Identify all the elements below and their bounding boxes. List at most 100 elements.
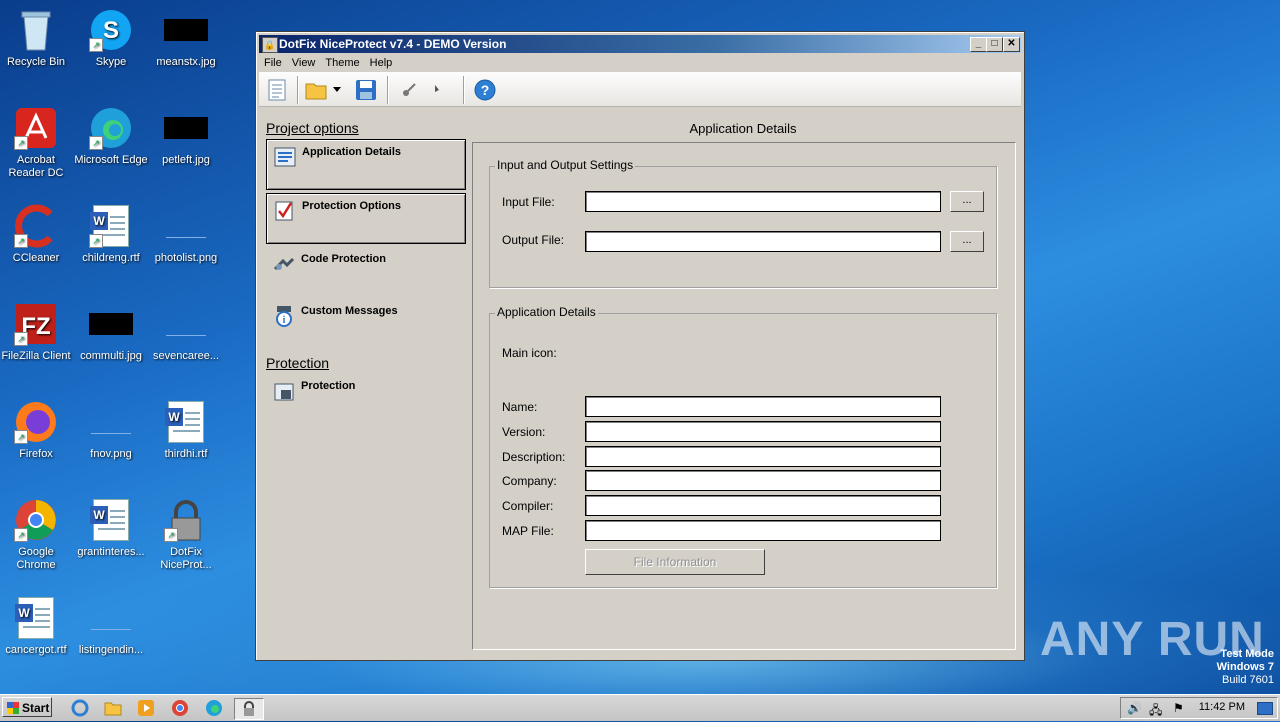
nav-label: Protection	[301, 380, 356, 392]
shortcut-arrow-icon: ↗	[14, 528, 28, 542]
nav-protection[interactable]: Protection	[266, 374, 466, 423]
key-icon[interactable]	[397, 78, 421, 102]
output-file-field[interactable]	[585, 231, 941, 252]
nav-code-protection[interactable]: Code Protection	[266, 247, 466, 296]
desktop-icon-firefox[interactable]: ↗ Firefox	[0, 400, 74, 461]
desktop-icon-commulti[interactable]: commulti.jpg	[73, 302, 149, 363]
chevron-down-icon[interactable]	[331, 78, 343, 102]
nav-protection-options[interactable]: Protection Options	[266, 193, 466, 244]
desktop-icon-ccleaner[interactable]: ↗ CCleaner	[0, 204, 74, 265]
taskbar-edge-icon[interactable]	[204, 698, 224, 718]
close-button[interactable]: ✕	[1003, 37, 1020, 52]
volume-icon[interactable]: 🔊	[1127, 701, 1142, 715]
desktop-icon-filezilla[interactable]: FZ ↗ FileZilla Client	[0, 302, 74, 363]
word-doc-icon: W	[14, 596, 58, 640]
input-file-label: Input File:	[502, 195, 555, 209]
desktop-icon-recycle-bin[interactable]: Recycle Bin	[0, 8, 74, 69]
desktop-icon-grantinteres[interactable]: W grantinteres...	[73, 498, 149, 559]
watermark-line: Build 7601	[1222, 674, 1274, 686]
flag-icon[interactable]: ⚑	[1173, 701, 1184, 715]
image-file-icon	[89, 302, 133, 346]
map-file-label: MAP File:	[502, 524, 554, 538]
map-file-field[interactable]	[585, 520, 941, 541]
word-doc-icon: W	[89, 498, 133, 542]
cursor-icon[interactable]	[427, 78, 451, 102]
page-title: Application Details	[689, 121, 797, 136]
shortcut-arrow-icon: ↗	[89, 234, 103, 248]
output-file-label: Output File:	[502, 233, 565, 247]
menu-view[interactable]: View	[287, 54, 321, 72]
file-information-button[interactable]: File Information	[585, 549, 765, 575]
version-field[interactable]	[585, 421, 941, 442]
desktop-icon-edge[interactable]: ↗ Microsoft Edge	[73, 106, 149, 167]
help-icon[interactable]: ?	[473, 78, 497, 102]
desktop-icon-listingendin[interactable]: listingendin...	[73, 596, 149, 657]
app-lock-icon[interactable]: 🔒	[262, 37, 278, 53]
desktop-icon-acrobat[interactable]: ↗ Acrobat Reader DC	[0, 106, 74, 180]
window-titlebar[interactable]: 🔒 DotFix NiceProtect v7.4 - DEMO Version…	[259, 35, 1021, 53]
niceprotect-icon: ↗	[164, 498, 208, 542]
show-desktop-icon[interactable]	[1257, 702, 1273, 715]
image-file-icon	[89, 400, 133, 444]
watermark-line: Test Mode	[1220, 648, 1274, 660]
name-field[interactable]	[585, 396, 941, 417]
watermark-line: Windows 7	[1216, 661, 1274, 673]
input-file-field[interactable]	[585, 191, 941, 212]
taskbar-ie-icon[interactable]	[70, 698, 90, 718]
open-folder-icon[interactable]	[305, 78, 329, 102]
taskbar-media-player-icon[interactable]	[136, 698, 156, 718]
taskbar-chrome-icon[interactable]	[170, 698, 190, 718]
info-icon: i	[276, 306, 292, 327]
image-file-icon	[164, 204, 208, 248]
company-label: Company:	[502, 474, 557, 488]
desktop-icon-photolist[interactable]: photolist.png	[148, 204, 224, 265]
nav-custom-messages[interactable]: i Custom Messages	[266, 299, 466, 348]
desktop-icon-niceprotect[interactable]: ↗ DotFix NiceProt...	[148, 498, 224, 572]
company-field[interactable]	[585, 470, 941, 491]
desktop-icon-fnov[interactable]: fnov.png	[73, 400, 149, 461]
desktop-icon-sevencaree[interactable]: sevencaree...	[148, 302, 224, 363]
niceprotect-window: 🔒 DotFix NiceProtect v7.4 - DEMO Version…	[255, 31, 1025, 661]
network-icon[interactable]: 🖧	[1149, 701, 1162, 722]
menu-file[interactable]: File	[259, 54, 287, 72]
desktop-icon-cancergot[interactable]: W cancergot.rtf	[0, 596, 74, 657]
menu-theme[interactable]: Theme	[320, 54, 364, 72]
app-details-icon	[274, 147, 296, 167]
main-icon-label: Main icon:	[502, 346, 557, 360]
desktop-icon-skype[interactable]: S ↗ Skype	[73, 8, 149, 69]
image-file-icon	[164, 8, 208, 52]
project-options-title: Project options	[266, 120, 359, 136]
start-button[interactable]: Start	[2, 697, 52, 717]
version-label: Version:	[502, 425, 546, 439]
shortcut-arrow-icon: ↗	[14, 136, 28, 150]
save-icon[interactable]	[354, 78, 378, 102]
desktop-icon-childreng[interactable]: W ↗ childreng.rtf	[73, 204, 149, 265]
word-doc-icon: W	[164, 400, 208, 444]
new-icon[interactable]	[265, 78, 289, 102]
content-panel: Input and Output Settings Input File: ..…	[472, 142, 1016, 650]
desktop-icon-chrome[interactable]: ↗ Google Chrome	[0, 498, 74, 572]
taskbar-niceprotect-icon[interactable]	[234, 698, 264, 720]
word-doc-icon: W ↗	[89, 204, 133, 248]
start-label: Start	[22, 701, 50, 715]
clock[interactable]: 11:42 PM	[1199, 701, 1245, 713]
minimize-button[interactable]: _	[970, 37, 987, 52]
name-label: Name:	[502, 400, 538, 414]
browse-input-button[interactable]: ...	[950, 191, 984, 212]
nav-label: Application Details	[302, 146, 402, 158]
browse-output-button[interactable]: ...	[950, 231, 984, 252]
compiler-field[interactable]	[585, 495, 941, 516]
desktop-icon-petleft[interactable]: petleft.jpg	[148, 106, 224, 167]
maximize-button[interactable]: □	[986, 37, 1003, 52]
window-title: DotFix NiceProtect v7.4 - DEMO Version	[279, 37, 507, 51]
shortcut-arrow-icon: ↗	[89, 38, 103, 52]
shortcut-arrow-icon: ↗	[14, 332, 28, 346]
image-file-icon	[89, 596, 133, 640]
taskbar-explorer-icon[interactable]	[103, 698, 123, 718]
description-field[interactable]	[585, 446, 941, 467]
nav-application-details[interactable]: Application Details	[266, 139, 466, 190]
desktop-icon-meanstx[interactable]: meanstx.jpg	[148, 8, 224, 69]
menu-help[interactable]: Help	[365, 54, 398, 72]
desktop-icon-thirdhi[interactable]: W thirdhi.rtf	[148, 400, 224, 461]
shortcut-arrow-icon: ↗	[14, 234, 28, 248]
